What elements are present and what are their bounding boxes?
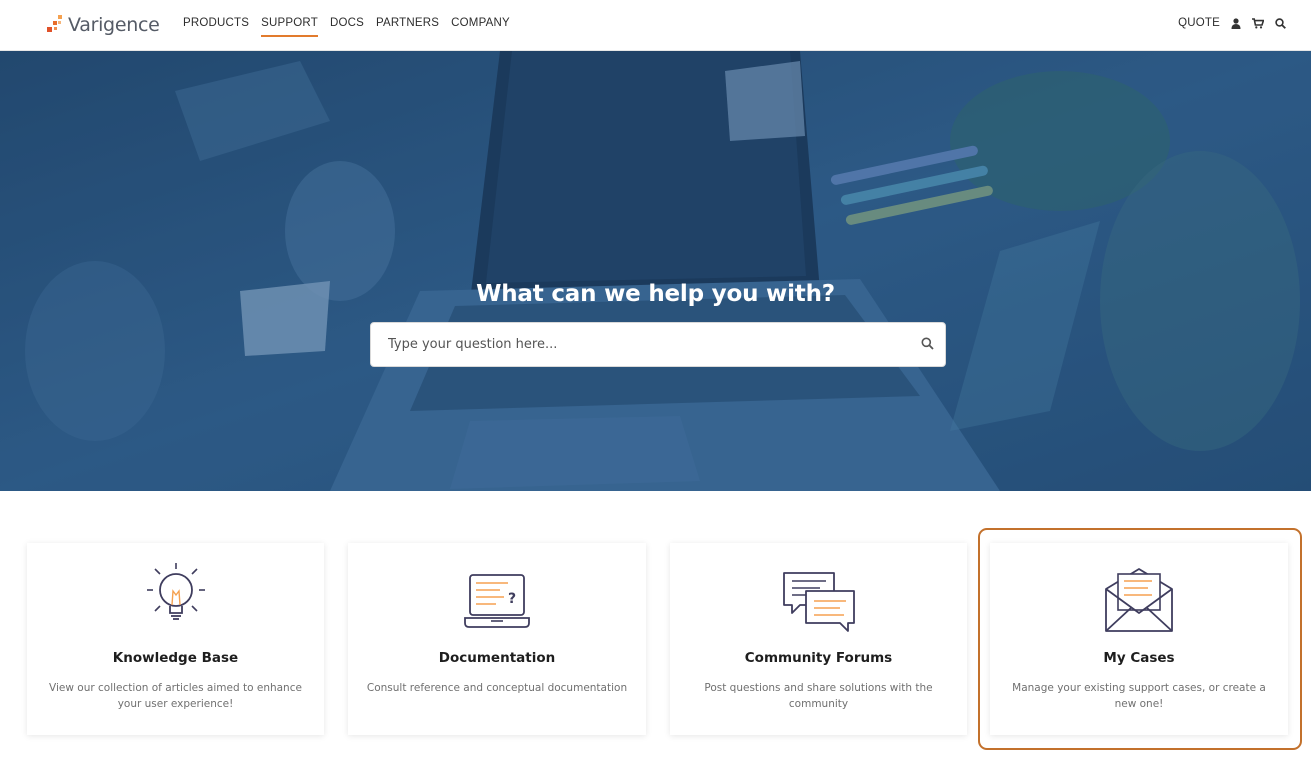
card-title: Knowledge Base [112, 650, 239, 666]
card-description: Manage your existing support cases, or c… [1012, 682, 1266, 710]
card-community-forums[interactable]: Community Forums Post questions and shar… [670, 543, 967, 735]
card-title: Community Forums [744, 650, 893, 666]
nav-item-products[interactable]: PRODUCTS [183, 17, 249, 37]
nav-item-partners[interactable]: PARTNERS [376, 17, 439, 37]
hero-title: What can we help you with? [476, 281, 835, 307]
chat-bubbles-icon [782, 572, 855, 632]
card-knowledge-base[interactable]: Knowledge Base View our collection of ar… [27, 543, 324, 735]
logo-text: Varigence [68, 14, 160, 36]
support-search-input[interactable] [371, 323, 911, 366]
card-documentation[interactable]: ? Documentation Consult reference and co… [348, 543, 646, 735]
nav-item-support[interactable]: SUPPORT [261, 17, 318, 37]
header-actions: QUOTE [1178, 17, 1286, 29]
envelope-icon [1105, 568, 1173, 632]
main-nav: PRODUCTS SUPPORT DOCS PARTNERS COMPANY [183, 17, 510, 37]
lightbulb-icon [146, 563, 205, 620]
support-search-box [370, 322, 946, 367]
card-my-cases[interactable]: My Cases Manage your existing support ca… [990, 543, 1288, 735]
user-icon[interactable] [1230, 17, 1242, 29]
card-description: View our collection of articles aimed to… [49, 682, 302, 710]
svg-text:?: ? [508, 591, 516, 607]
card-description: Consult reference and conceptual documen… [366, 682, 628, 694]
hero-banner: What can we help you with? [0, 51, 1311, 491]
varigence-logo[interactable]: Varigence [44, 13, 160, 37]
laptop-help-icon: ? [464, 574, 530, 628]
card-title: Documentation [438, 650, 556, 666]
hero-background-image [0, 51, 1311, 491]
card-title: My Cases [1103, 650, 1175, 666]
nav-item-docs[interactable]: DOCS [330, 17, 364, 37]
cart-icon[interactable] [1252, 17, 1264, 29]
card-description: Post questions and share solutions with … [704, 682, 933, 710]
search-submit-icon[interactable] [921, 337, 937, 353]
site-header: Varigence PRODUCTS SUPPORT DOCS PARTNERS… [0, 0, 1311, 51]
search-icon[interactable] [1274, 17, 1286, 29]
logo-mark-icon [47, 15, 62, 32]
nav-item-company[interactable]: COMPANY [451, 17, 510, 37]
quote-link[interactable]: QUOTE [1178, 17, 1220, 29]
